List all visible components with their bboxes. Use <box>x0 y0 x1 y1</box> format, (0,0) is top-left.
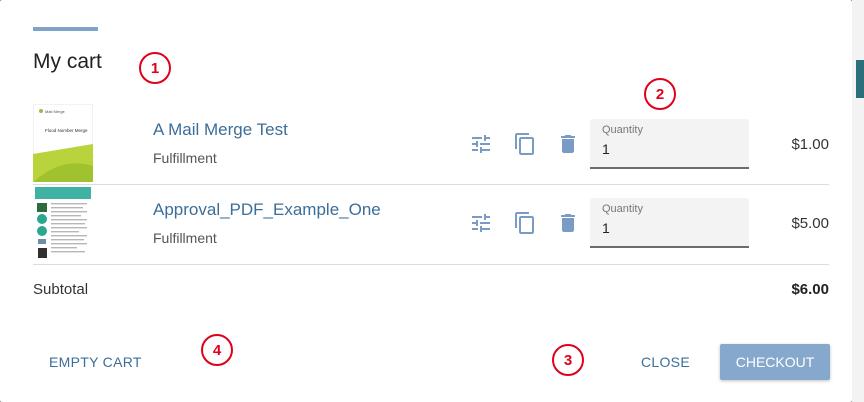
item-price: $1.00 <box>791 136 829 153</box>
cart-dialog: My cart 1 2 3 4 Mail Merge Flood Number … <box>0 0 852 402</box>
item-price: $5.00 <box>791 215 829 232</box>
thumbnail-caption-text: Flood Number Merge <box>45 128 88 133</box>
quantity-input[interactable] <box>602 141 732 157</box>
trash-icon[interactable] <box>556 211 580 235</box>
quantity-field[interactable]: Quantity <box>590 198 749 248</box>
background-accent <box>856 60 864 98</box>
quantity-label: Quantity <box>602 124 643 136</box>
copy-icon[interactable] <box>513 132 537 156</box>
tune-icon[interactable] <box>469 211 493 235</box>
dialog-title: My cart <box>33 50 102 73</box>
quantity-field[interactable]: Quantity <box>590 119 749 169</box>
cart-item-row: Approval_PDF_Example_One Fulfillment Qua… <box>33 184 829 265</box>
item-name[interactable]: A Mail Merge Test <box>153 120 288 140</box>
quantity-label: Quantity <box>602 203 643 215</box>
callout-marker-3: 3 <box>552 344 584 376</box>
trash-icon[interactable] <box>556 132 580 156</box>
tune-icon[interactable] <box>469 132 493 156</box>
checkout-button[interactable]: CHECKOUT <box>720 344 830 380</box>
title-accent-bar <box>33 27 98 31</box>
subtotal-label: Subtotal <box>33 281 89 298</box>
callout-marker-1: 1 <box>139 52 171 84</box>
callout-marker-4: 4 <box>201 334 233 366</box>
cart-item-row: Mail Merge Flood Number Merge A Mail Mer… <box>33 104 829 185</box>
thumbnail-header-text: Mail Merge <box>45 109 66 114</box>
item-thumbnail <box>33 186 93 264</box>
background-page-edge <box>852 0 864 402</box>
item-type: Fulfillment <box>153 230 217 246</box>
item-thumbnail: Mail Merge Flood Number Merge <box>33 104 93 182</box>
item-name[interactable]: Approval_PDF_Example_One <box>153 200 381 220</box>
copy-icon[interactable] <box>513 211 537 235</box>
quantity-input[interactable] <box>602 220 732 236</box>
close-button[interactable]: CLOSE <box>641 354 690 370</box>
empty-cart-button[interactable]: EMPTY CART <box>49 354 142 370</box>
item-type: Fulfillment <box>153 150 217 166</box>
subtotal-value: $6.00 <box>791 281 829 298</box>
